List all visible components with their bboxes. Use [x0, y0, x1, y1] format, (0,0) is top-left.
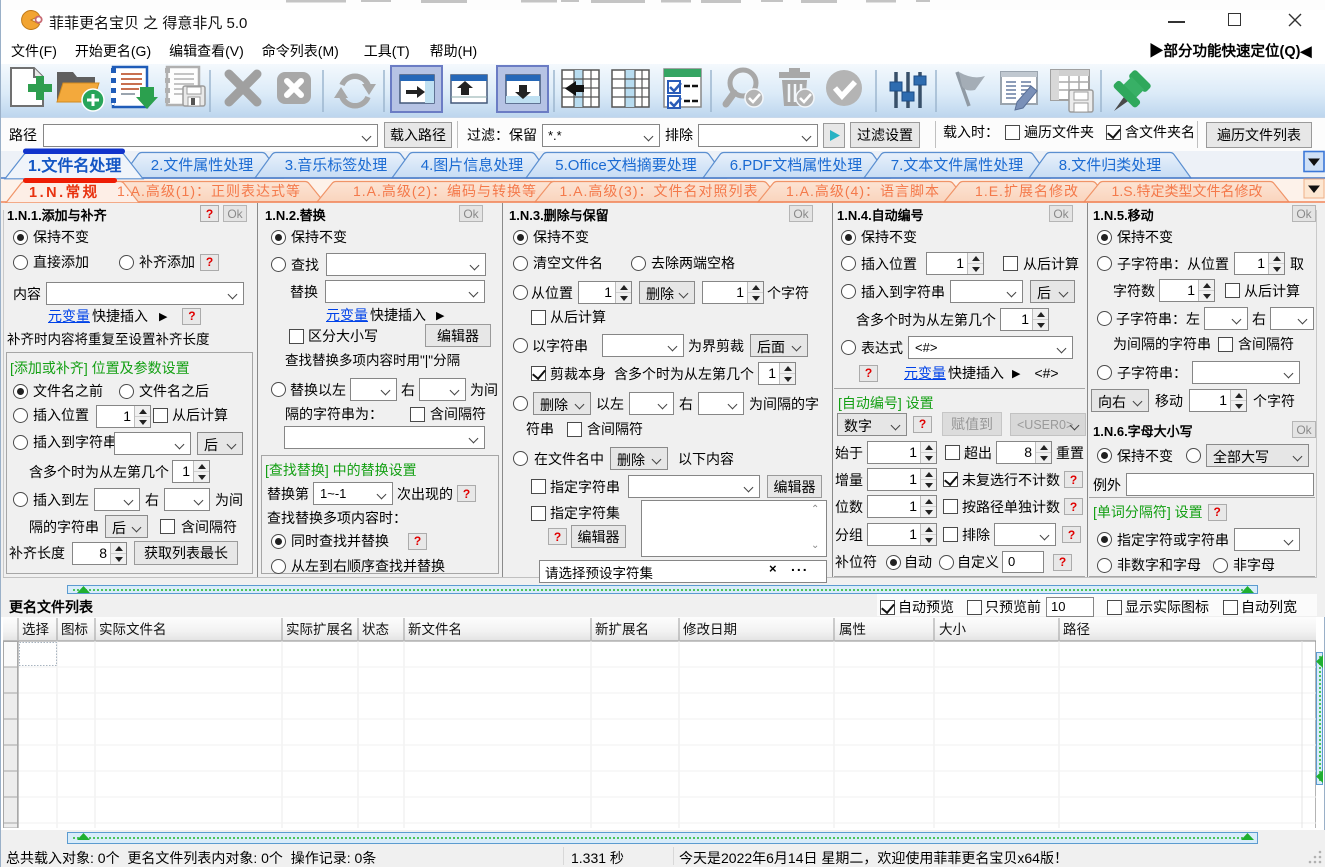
svg-text:实际扩展名: 实际扩展名 [286, 622, 354, 637]
svg-text:新文件名: 新文件名 [408, 622, 462, 637]
svg-text:6.PDF文档属性处理: 6.PDF文档属性处理 [730, 157, 863, 174]
svg-text:1.S.特定类型文件名修改: 1.S.特定类型文件名修改 [1112, 183, 1263, 199]
svg-text:选择: 选择 [22, 622, 49, 637]
svg-text:2.文件属性处理: 2.文件属性处理 [151, 157, 254, 174]
svg-text:图标: 图标 [61, 622, 88, 637]
svg-text:状态: 状态 [362, 622, 389, 637]
svg-text:1.E.扩展名修改: 1.E.扩展名修改 [975, 183, 1079, 199]
svg-text:7.文本文件属性处理: 7.文本文件属性处理 [891, 157, 1024, 174]
svg-text:1.文件名处理: 1.文件名处理 [28, 156, 121, 175]
svg-text:5.Office文档摘要处理: 5.Office文档摘要处理 [555, 156, 696, 174]
svg-text:1.A.高级(2)：编码与转换等: 1.A.高级(2)：编码与转换等 [353, 183, 537, 199]
svg-text:路径: 路径 [1063, 622, 1090, 637]
svg-text:1.N.常规: 1.N.常规 [29, 183, 100, 201]
svg-text:1.A.高级(4)：语言脚本: 1.A.高级(4)：语言脚本 [786, 183, 940, 199]
svg-text:实际文件名: 实际文件名 [99, 622, 167, 637]
svg-text:1.A.高级(3)：文件名对照列表: 1.A.高级(3)：文件名对照列表 [559, 183, 758, 199]
svg-text:属性: 属性 [839, 622, 866, 637]
svg-text:3.音乐标签处理: 3.音乐标签处理 [285, 157, 388, 174]
svg-text:1.A.高级(1)：正则表达式等: 1.A.高级(1)：正则表达式等 [117, 183, 301, 199]
svg-text:新扩展名: 新扩展名 [595, 622, 649, 637]
svg-text:大小: 大小 [939, 622, 967, 637]
svg-text:修改日期: 修改日期 [683, 622, 737, 637]
svg-text:8.文件归类处理: 8.文件归类处理 [1059, 157, 1162, 174]
svg-text:4.图片信息处理: 4.图片信息处理 [421, 157, 524, 174]
